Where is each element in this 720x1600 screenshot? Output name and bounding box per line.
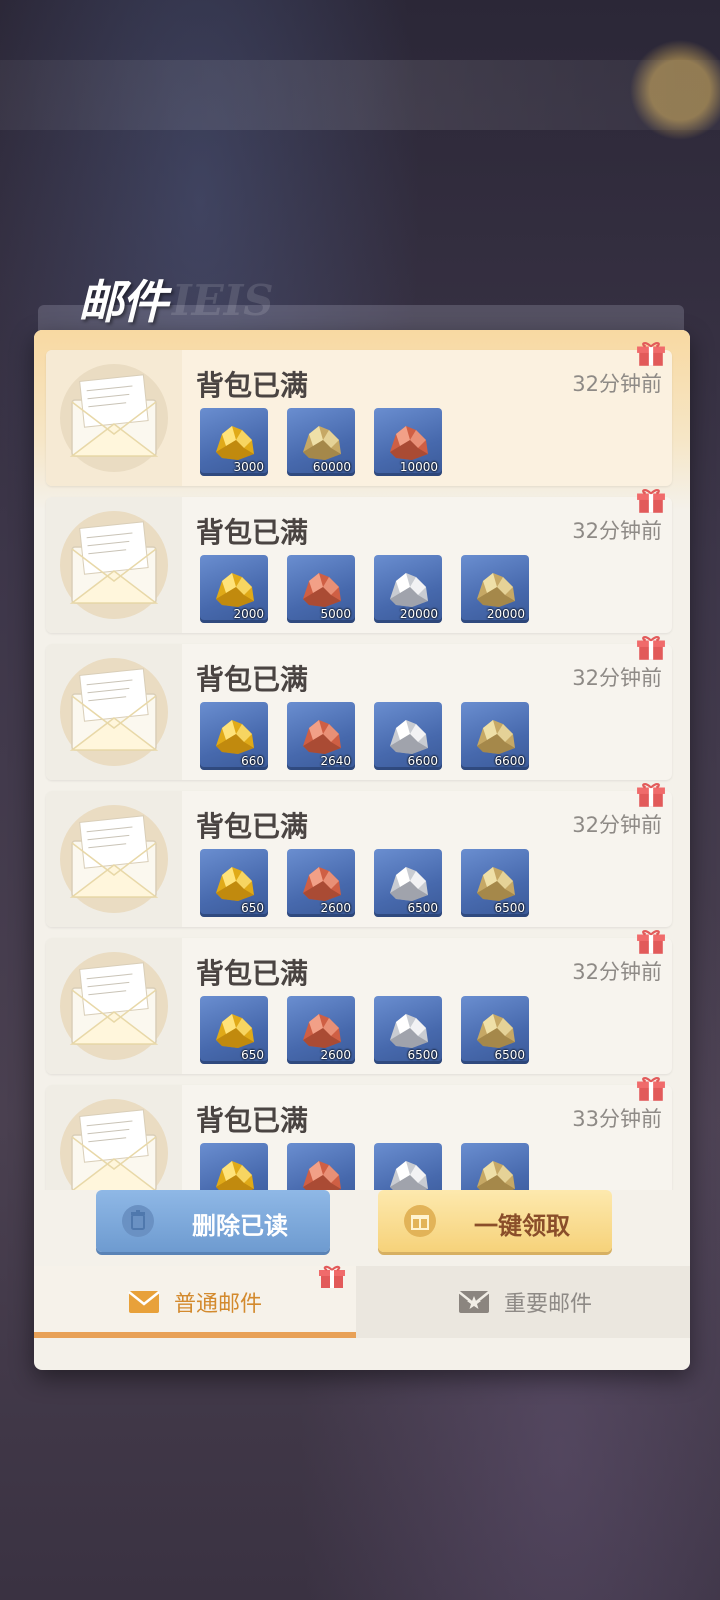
active-tab-indicator	[34, 1332, 356, 1338]
reward-item[interactable]: 20000	[374, 555, 442, 623]
mail-icon-area	[46, 938, 182, 1074]
mail-item[interactable]: 背包已满 32分钟前 650 2600 6500 6500	[46, 783, 672, 927]
reward-item[interactable]: 6500	[374, 996, 442, 1064]
reward-quantity: 6500	[494, 901, 525, 915]
gift-badge-icon	[636, 781, 666, 809]
mail-item[interactable]: 背包已满 33分钟前	[46, 1077, 672, 1190]
delete-read-button[interactable]: 删除已读	[96, 1190, 330, 1252]
reward-quantity: 6600	[407, 754, 438, 768]
reward-item[interactable]: 6500	[374, 849, 442, 917]
mail-item[interactable]: 背包已满 32分钟前 650 2600 6500 6500	[46, 930, 672, 1074]
tab-important-label: 重要邮件	[503, 1292, 592, 1317]
mail-time: 32分钟前	[572, 960, 662, 984]
reward-item[interactable]: 6500	[461, 996, 529, 1064]
reward-quantity: 6500	[407, 901, 438, 915]
reward-item[interactable]: 2600	[287, 849, 355, 917]
mail-item[interactable]: 背包已满 32分钟前 3000 60000 10000	[46, 342, 672, 486]
reward-item[interactable]	[374, 1143, 442, 1190]
delete-read-label: 删除已读	[192, 1212, 288, 1240]
mail-title: 背包已满	[196, 663, 309, 696]
reward-quantity: 660	[241, 754, 264, 768]
reward-quantity: 6600	[494, 754, 525, 768]
mail-icon-area	[46, 497, 182, 633]
mail-title: 背包已满	[196, 1104, 309, 1137]
reward-item[interactable]: 2640	[287, 702, 355, 770]
reward-quantity: 5000	[320, 607, 351, 621]
reward-item[interactable]: 60000	[287, 408, 355, 476]
reward-quantity: 10000	[399, 460, 438, 474]
mail-title: 背包已满	[196, 369, 309, 402]
reward-quantity: 2600	[320, 1048, 351, 1062]
tab-normal-label: 普通邮件	[173, 1292, 262, 1317]
claim-all-button[interactable]: 一键领取	[378, 1190, 612, 1252]
mail-icon-area	[46, 644, 182, 780]
reward-item[interactable]: 650	[200, 849, 268, 917]
open-envelope-icon	[64, 960, 164, 1054]
gift-badge-icon	[636, 634, 666, 662]
open-envelope-icon	[64, 813, 164, 907]
mail-icon-area	[46, 791, 182, 927]
reward-quantity: 650	[241, 1048, 264, 1062]
mail-time: 32分钟前	[572, 372, 662, 396]
reward-quantity: 20000	[486, 607, 525, 621]
reward-item[interactable]	[287, 1143, 355, 1190]
mail-tabs: 普通邮件 重要邮件	[34, 1266, 690, 1338]
reward-quantity: 6500	[494, 1048, 525, 1062]
tab-important-mail[interactable]: 重要邮件	[364, 1266, 686, 1338]
mail-title: 背包已满	[196, 516, 309, 549]
mail-title: 背包已满	[196, 810, 309, 843]
mail-item[interactable]: 背包已满 32分钟前 2000 5000 20000 20000	[46, 489, 672, 633]
envelope-icon	[128, 1291, 160, 1313]
mail-icon-area	[46, 1085, 182, 1190]
gift-badge-icon	[636, 928, 666, 956]
gift-badge-icon	[636, 340, 666, 368]
tab-normal-mail[interactable]: 普通邮件	[34, 1266, 356, 1338]
reward-item[interactable]	[200, 1143, 268, 1190]
reward-item[interactable]: 2600	[287, 996, 355, 1064]
reward-quantity: 2640	[320, 754, 351, 768]
reward-item[interactable]: 5000	[287, 555, 355, 623]
reward-item[interactable]: 6500	[461, 849, 529, 917]
reward-item[interactable]: 6600	[374, 702, 442, 770]
panel-title-watermark: IEIS	[172, 276, 274, 325]
trash-icon	[122, 1205, 154, 1237]
reward-item[interactable]: 10000	[374, 408, 442, 476]
reward-quantity: 2000	[233, 607, 264, 621]
reward-quantity: 20000	[399, 607, 438, 621]
reward-quantity: 6500	[407, 1048, 438, 1062]
mail-time: 32分钟前	[572, 813, 662, 837]
mail-time: 32分钟前	[572, 666, 662, 690]
reward-item[interactable]: 20000	[461, 555, 529, 623]
mail-title: 背包已满	[196, 957, 309, 990]
important-envelope-icon	[458, 1291, 490, 1313]
open-envelope-icon	[64, 372, 164, 466]
reward-item[interactable]: 2000	[200, 555, 268, 623]
reward-item[interactable]: 6600	[461, 702, 529, 770]
reward-quantity: 60000	[312, 460, 351, 474]
open-envelope-icon	[64, 1107, 164, 1190]
mail-panel: 背包已满 32分钟前 3000 60000 10000 背包已满 32分钟前 2000 5000…	[34, 330, 690, 1370]
open-envelope-icon	[64, 519, 164, 613]
mail-time: 32分钟前	[572, 519, 662, 543]
gift-badge-icon	[636, 487, 666, 515]
claim-all-label: 一键领取	[474, 1212, 570, 1240]
reward-item[interactable]: 650	[200, 996, 268, 1064]
reward-item[interactable]	[461, 1143, 529, 1190]
mail-item[interactable]: 背包已满 32分钟前 660 2640 6600 6600	[46, 636, 672, 780]
mail-icon-area	[46, 350, 182, 486]
reward-quantity: 3000	[233, 460, 264, 474]
reward-quantity: 650	[241, 901, 264, 915]
mail-time: 33分钟前	[572, 1107, 662, 1131]
gift-icon	[404, 1205, 436, 1237]
mail-list[interactable]: 背包已满 32分钟前 3000 60000 10000 背包已满 32分钟前 2000 5000…	[34, 330, 690, 1190]
open-envelope-icon	[64, 666, 164, 760]
gift-badge-icon	[636, 1075, 666, 1103]
panel-title: 邮件	[78, 275, 168, 329]
reward-quantity: 2600	[320, 901, 351, 915]
tab-gift-badge-icon	[319, 1265, 345, 1288]
reward-item[interactable]: 660	[200, 702, 268, 770]
reward-item[interactable]: 3000	[200, 408, 268, 476]
